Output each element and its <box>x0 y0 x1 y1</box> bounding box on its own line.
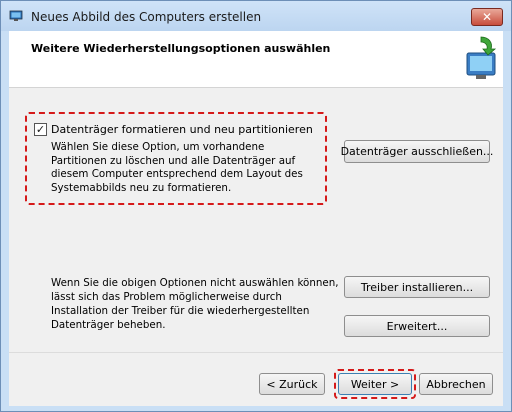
page-title: Weitere Wiederherstellungsoptionen auswä… <box>31 42 331 55</box>
format-repartition-checkbox[interactable]: ✓ <box>34 123 47 136</box>
backup-monitor-icon <box>9 10 23 21</box>
format-repartition-label[interactable]: Datenträger formatieren und neu partitio… <box>51 123 313 136</box>
exclude-disks-button[interactable]: Datenträger ausschließen... <box>341 140 493 163</box>
title-bar[interactable]: Neues Abbild des Computers erstellen ✕ <box>1 1 511 31</box>
checkmark-icon: ✓ <box>35 123 46 136</box>
close-button[interactable]: ✕ <box>471 8 503 26</box>
next-button[interactable]: Weiter > <box>338 373 412 395</box>
window-title: Neues Abbild des Computers erstellen <box>31 10 262 24</box>
install-drivers-button[interactable]: Treiber installieren... <box>344 276 490 298</box>
wizard-header: Weitere Wiederherstellungsoptionen auswä… <box>9 31 503 88</box>
driver-info-text: Wenn Sie die obigen Optionen nicht auswä… <box>51 277 339 331</box>
option-description: Wählen Sie diese Option, um vorhandene P… <box>51 141 303 194</box>
dialog-window: Neues Abbild des Computers erstellen ✕ W… <box>0 0 512 412</box>
close-icon: ✕ <box>481 10 493 24</box>
advanced-button[interactable]: Erweitert... <box>344 315 490 337</box>
cancel-button[interactable]: Abbrechen <box>419 373 493 395</box>
back-button[interactable]: < Zurück <box>259 373 325 395</box>
computer-restore-icon <box>466 36 497 79</box>
